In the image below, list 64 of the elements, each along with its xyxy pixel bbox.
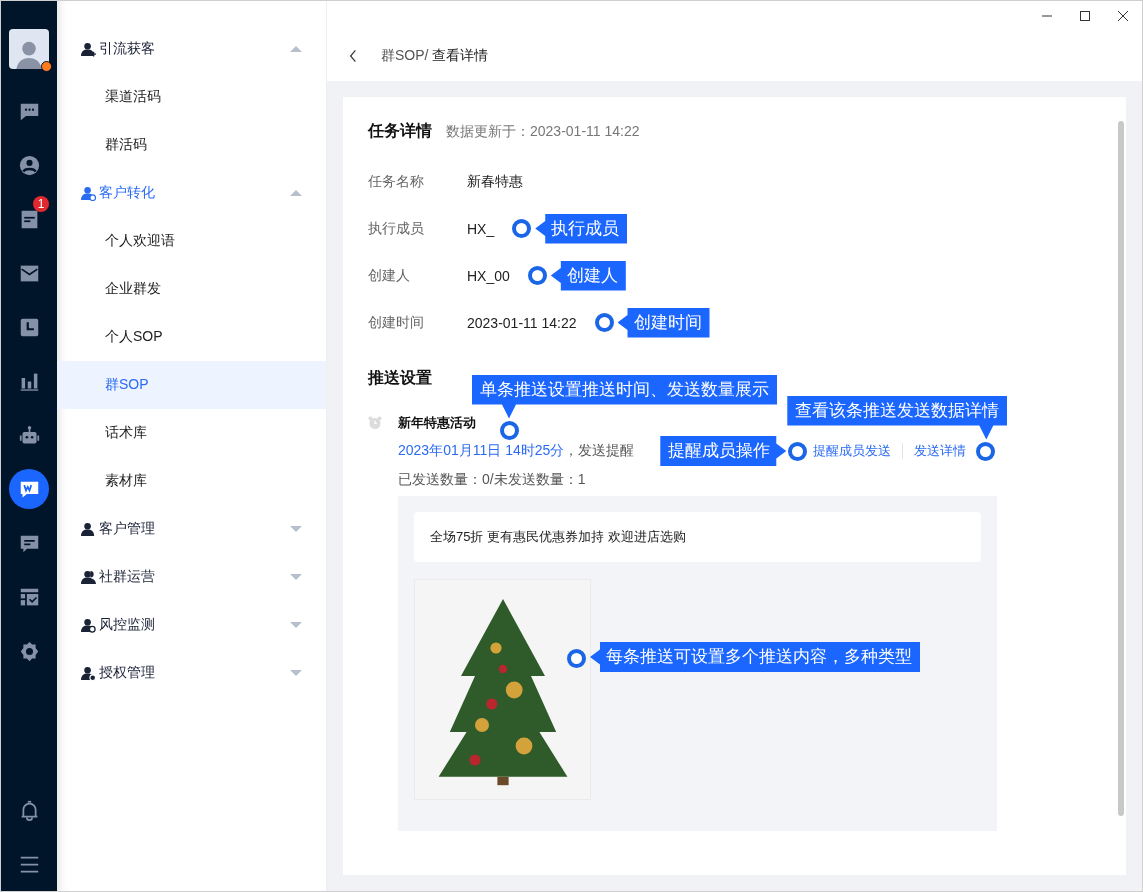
annotation-callout: 单条推送设置推送时间、发送数量展示 bbox=[472, 374, 777, 419]
send-time: 2023年01月11日 14时25分，发送提醒 bbox=[398, 442, 635, 460]
annotation-callout: 创建时间 bbox=[617, 307, 710, 338]
chevron-left-icon bbox=[349, 49, 357, 63]
users-icon bbox=[81, 569, 96, 585]
annotation-callout: 执行成员 bbox=[535, 213, 628, 244]
action-link[interactable]: 提醒成员发送 bbox=[813, 442, 892, 460]
field-label: 执行成员 bbox=[368, 219, 425, 238]
annotation-marker bbox=[788, 441, 808, 461]
menu-group[interactable]: 风控监测 bbox=[57, 601, 326, 649]
send-counts: 已发送数量：0/未发送数量：1 bbox=[398, 470, 587, 489]
annotation-marker bbox=[512, 219, 532, 238]
menu-item[interactable]: 渠道活码 bbox=[57, 73, 326, 121]
caret-icon bbox=[290, 190, 302, 196]
annotation-callout: 每条推送可设置多个推送内容，多种类型 bbox=[590, 642, 920, 672]
user-icon bbox=[81, 521, 96, 537]
menu-item[interactable]: 个人欢迎语 bbox=[57, 217, 326, 265]
caret-icon bbox=[290, 526, 302, 532]
field-value: HX_ bbox=[467, 220, 495, 237]
menu-group[interactable]: 客户管理 bbox=[57, 505, 326, 553]
annotation-callout: 创建人 bbox=[550, 260, 626, 291]
clock-icon bbox=[18, 316, 40, 338]
annotation-marker bbox=[527, 266, 547, 285]
menu-item[interactable]: 群活码 bbox=[57, 121, 326, 169]
section-title: 任务详情 bbox=[368, 121, 432, 141]
person-circle-icon bbox=[18, 154, 40, 176]
close-icon bbox=[1117, 10, 1129, 22]
field-label: 任务名称 bbox=[368, 172, 425, 191]
caret-icon bbox=[290, 622, 302, 628]
menu-group[interactable]: 社群运营 bbox=[57, 553, 326, 601]
checklist-icon bbox=[18, 586, 40, 608]
caret-icon bbox=[290, 670, 302, 676]
scrollbar-thumb[interactable] bbox=[1118, 121, 1124, 816]
field-value: 新春特惠 bbox=[467, 172, 523, 191]
field-label: 创建时间 bbox=[368, 313, 425, 332]
field-value: 2023-01-11 14:22 bbox=[467, 314, 577, 331]
user-add-icon bbox=[81, 41, 96, 57]
caret-icon bbox=[290, 574, 302, 580]
menu-item[interactable]: 素材库 bbox=[57, 457, 326, 505]
notification-badge: 1 bbox=[33, 196, 49, 212]
caret-icon bbox=[290, 46, 302, 52]
menu-group[interactable]: 授权管理 bbox=[57, 649, 326, 697]
message-text: 全场75折 更有惠民优惠券加持 欢迎进店选购 bbox=[414, 512, 981, 562]
field-value: HX_00 bbox=[467, 267, 510, 284]
robot-icon bbox=[18, 424, 40, 446]
menu-group[interactable]: 客户转化 bbox=[57, 169, 326, 217]
page-title: 查看详情 bbox=[432, 47, 489, 65]
update-time: 数据更新于：2023-01-11 14:22 bbox=[446, 123, 640, 141]
menu-item[interactable]: 话术库 bbox=[57, 409, 326, 457]
annotation-callout: 提醒成员操作 bbox=[660, 436, 787, 466]
annotation-marker bbox=[594, 313, 614, 332]
menu-item[interactable]: 个人SOP bbox=[57, 313, 326, 361]
user-swap-icon bbox=[81, 185, 96, 201]
menu-item[interactable]: 群SOP bbox=[57, 361, 326, 409]
field-label: 创建人 bbox=[368, 266, 411, 285]
maximize-icon bbox=[1079, 10, 1091, 22]
menu-item[interactable]: 企业群发 bbox=[57, 265, 326, 313]
action-link[interactable]: 发送详情 bbox=[914, 442, 967, 460]
menu-group[interactable]: 引流获客 bbox=[57, 25, 326, 73]
w-nav-button[interactable] bbox=[9, 469, 49, 509]
annotation-callout: 查看该条推送发送数据详情 bbox=[787, 395, 1008, 440]
alarm-clock-icon bbox=[368, 416, 382, 430]
breadcrumb-link[interactable]: 群SOP/ bbox=[381, 47, 429, 65]
settings-icon bbox=[18, 640, 40, 662]
